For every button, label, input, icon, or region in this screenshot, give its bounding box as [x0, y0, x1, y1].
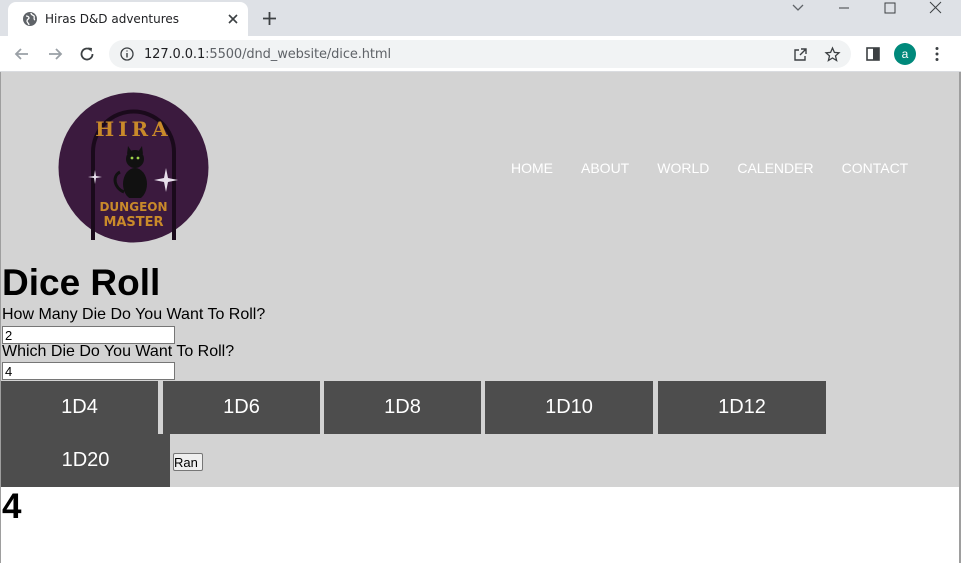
- dice-button-d8[interactable]: 1D8: [324, 381, 481, 434]
- page-title: Dice Roll: [2, 262, 161, 303]
- dice-button-d4[interactable]: 1D4: [1, 381, 158, 434]
- address-bar[interactable]: 127.0.0.1:5500/dnd_website/dice.html: [109, 40, 851, 68]
- die-type-input[interactable]: [2, 362, 175, 380]
- site-header: HIRA DUNGEON MASTER HOME ABOUT WORLD CAL…: [1, 72, 959, 487]
- dungeon-master-logo[interactable]: HIRA DUNGEON MASTER: [58, 92, 209, 243]
- profile-avatar[interactable]: a: [894, 43, 916, 65]
- browser-tabstrip: Hiras D&D adventures: [0, 0, 961, 36]
- kebab-menu-icon[interactable]: [928, 45, 946, 63]
- svg-text:HIRA: HIRA: [95, 117, 171, 141]
- svg-text:MASTER: MASTER: [103, 215, 163, 230]
- chevron-down-icon[interactable]: [783, 0, 813, 20]
- browser-toolbar: 127.0.0.1:5500/dnd_website/dice.html a: [0, 36, 961, 72]
- close-icon[interactable]: [226, 12, 240, 26]
- nav-link-world[interactable]: WORLD: [657, 160, 709, 176]
- main-nav: HOME ABOUT WORLD CALENDER CONTACT: [511, 160, 936, 176]
- browser-tab[interactable]: Hiras D&D adventures: [8, 2, 248, 36]
- maximize-icon[interactable]: [875, 0, 905, 20]
- dice-button-d12[interactable]: 1D12: [658, 381, 826, 434]
- nav-link-about[interactable]: ABOUT: [581, 160, 629, 176]
- info-icon[interactable]: [120, 47, 134, 61]
- minimize-icon[interactable]: [829, 0, 859, 20]
- side-panel-icon[interactable]: [864, 45, 882, 63]
- url-host: 127.0.0.1: [144, 47, 206, 62]
- reload-icon[interactable]: [78, 45, 96, 63]
- nav-link-calender[interactable]: CALENDER: [737, 160, 813, 176]
- page-viewport: HIRA DUNGEON MASTER HOME ABOUT WORLD CAL…: [0, 72, 961, 563]
- roll-result: 4: [2, 487, 22, 526]
- back-arrow-icon[interactable]: [13, 45, 31, 63]
- bookmark-star-icon[interactable]: [824, 46, 841, 63]
- nav-link-home[interactable]: HOME: [511, 160, 553, 176]
- tab-title: Hiras D&D adventures: [45, 12, 180, 26]
- dice-button-d20[interactable]: 1D20: [1, 434, 170, 487]
- die-count-label: How Many Die Do You Want To Roll?: [2, 306, 266, 323]
- dice-button-d6[interactable]: 1D6: [163, 381, 320, 434]
- url-path: :5500/dnd_website/dice.html: [205, 47, 392, 62]
- die-type-label: Which Die Do You Want To Roll?: [2, 343, 235, 360]
- roll-button[interactable]: Ran: [173, 453, 203, 471]
- share-icon[interactable]: [792, 46, 809, 63]
- globe-icon: [23, 12, 37, 26]
- window-close-icon[interactable]: [921, 0, 951, 20]
- nav-link-contact[interactable]: CONTACT: [842, 160, 909, 176]
- new-tab-icon[interactable]: [261, 10, 278, 27]
- die-count-input[interactable]: [2, 326, 175, 344]
- svg-text:DUNGEON: DUNGEON: [99, 200, 167, 214]
- dice-button-d10[interactable]: 1D10: [485, 381, 653, 434]
- url-text: 127.0.0.1:5500/dnd_website/dice.html: [144, 47, 391, 62]
- forward-arrow-icon[interactable]: [46, 45, 64, 63]
